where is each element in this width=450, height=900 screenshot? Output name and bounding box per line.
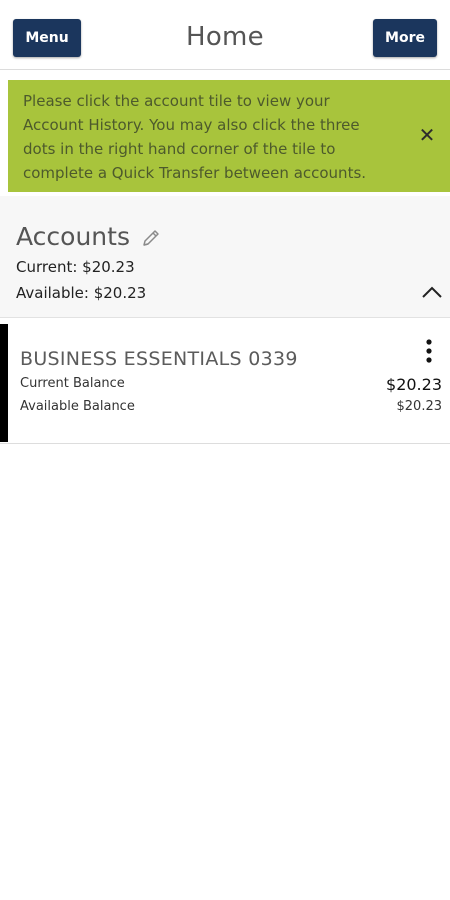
accounts-heading: Accounts — [16, 222, 130, 251]
current-balance-label: Current Balance — [20, 376, 125, 391]
more-vertical-icon[interactable] — [420, 338, 438, 366]
tile-accent-bar — [0, 324, 8, 442]
banner-text: Please click the account tile to view yo… — [23, 92, 367, 182]
more-button[interactable]: More — [373, 19, 437, 57]
account-name: BUSINESS ESSENTIALS 0339 — [20, 348, 298, 370]
pencil-icon[interactable] — [140, 227, 162, 249]
account-tile[interactable]: BUSINESS ESSENTIALS 0339 Current Balance… — [0, 324, 450, 444]
available-balance-value: $20.23 — [396, 399, 443, 414]
close-icon[interactable]: ✕ — [416, 124, 438, 146]
info-banner: Please click the account tile to view yo… — [8, 80, 450, 192]
accounts-current-total: Current: $20.23 — [16, 258, 135, 276]
current-balance-value: $20.23 — [386, 375, 442, 394]
app-header: Menu Home More — [0, 0, 450, 70]
accounts-available-total: Available: $20.23 — [16, 284, 147, 302]
chevron-up-icon[interactable] — [421, 285, 443, 299]
available-balance-label: Available Balance — [20, 399, 135, 414]
accounts-summary: Accounts Current: $20.23 Available: $20.… — [0, 196, 450, 318]
